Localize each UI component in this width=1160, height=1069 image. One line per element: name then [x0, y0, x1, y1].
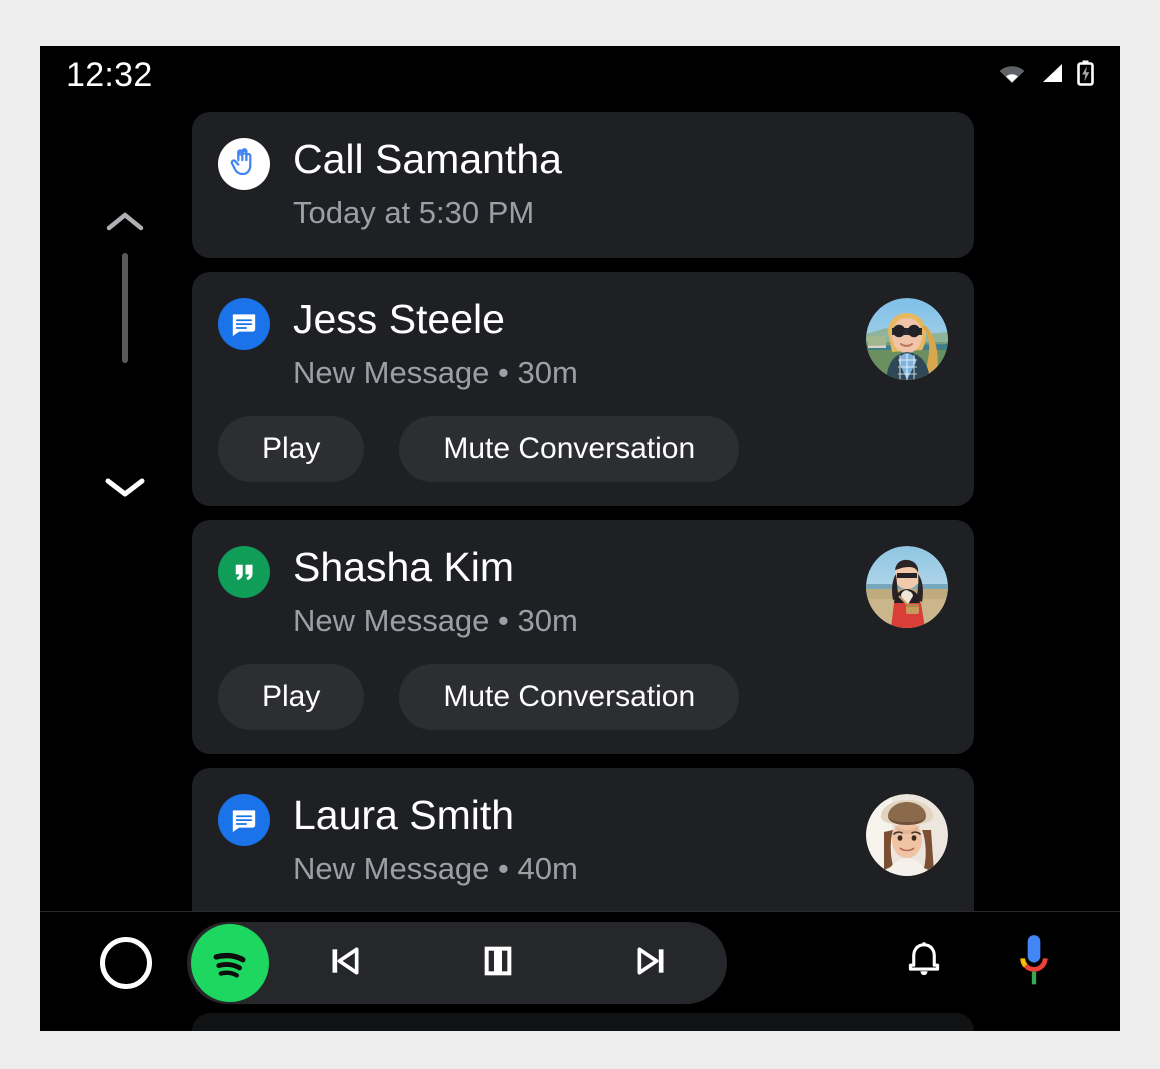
reminder-hand-string-icon	[218, 138, 270, 190]
scrollbar[interactable]	[88, 196, 162, 596]
notification-subtitle: Today at 5:30 PM	[293, 195, 535, 230]
assistant-button[interactable]	[1014, 932, 1054, 993]
wifi-icon	[998, 62, 1026, 89]
notification-header: Shasha Kim New Message • 30m	[218, 542, 948, 642]
chevron-down-icon[interactable]	[104, 475, 146, 504]
play-button[interactable]: Play	[218, 664, 365, 730]
mute-conversation-button[interactable]: Mute Conversation	[399, 664, 740, 730]
notification-card-peek	[192, 1013, 974, 1031]
notification-subtitle: New Message • 30m	[293, 355, 578, 390]
cellular-signal-icon	[1039, 62, 1064, 89]
scrollbar-thumb[interactable]	[122, 253, 128, 363]
notification-text-block: Call Samantha Today at 5:30 PM	[293, 134, 948, 234]
status-clock: 12:32	[66, 56, 153, 94]
notification-card-message[interactable]: Jess Steele New Message • 30m Play Mute …	[192, 272, 974, 506]
notification-card-message[interactable]: Shasha Kim New Message • 30m Play Mute C…	[192, 520, 974, 754]
notification-header: Call Samantha Today at 5:30 PM	[218, 134, 948, 234]
notification-title: Laura Smith	[293, 792, 515, 838]
notification-title: Shasha Kim	[293, 544, 515, 590]
notification-card-reminder[interactable]: Call Samantha Today at 5:30 PM	[192, 112, 974, 258]
home-circle-icon[interactable]	[100, 936, 152, 989]
bottom-nav-bar	[40, 911, 1120, 1013]
pause-button[interactable]	[422, 922, 575, 1004]
spotify-icon[interactable]	[191, 923, 269, 1002]
skip-previous-icon	[325, 941, 365, 984]
mute-conversation-button[interactable]: Mute Conversation	[399, 416, 740, 482]
notification-title: Call Samantha	[293, 136, 562, 182]
messages-icon	[218, 794, 270, 846]
notification-actions: Play Mute Conversation	[218, 664, 948, 730]
device-screen: 12:32 Call Samantha Today at 5:30 PM Jes…	[40, 46, 1120, 1031]
notification-header: Laura Smith New Message • 40m	[218, 790, 948, 890]
nav-right-group	[902, 932, 1070, 993]
skip-previous-button[interactable]	[269, 922, 422, 1004]
notification-text-block: Shasha Kim New Message • 30m	[293, 542, 852, 642]
notification-title: Jess Steele	[293, 296, 505, 342]
battery-charging-icon	[1077, 60, 1094, 91]
media-controls-pill[interactable]	[187, 921, 727, 1004]
skip-next-icon	[631, 941, 671, 984]
notifications-button[interactable]	[902, 938, 946, 987]
play-button[interactable]: Play	[218, 416, 365, 482]
notification-text-block: Jess Steele New Message • 30m	[293, 294, 852, 394]
google-assistant-mic-icon	[1014, 932, 1054, 993]
avatar	[866, 794, 948, 876]
notification-text-block: Laura Smith New Message • 40m	[293, 790, 852, 890]
notification-actions: Play Mute Conversation	[218, 416, 948, 482]
notification-subtitle: New Message • 30m	[293, 603, 578, 638]
avatar	[866, 546, 948, 628]
bell-icon	[902, 938, 946, 987]
avatar	[866, 298, 948, 380]
hangouts-quotes-icon	[218, 546, 270, 598]
messages-icon	[218, 298, 270, 350]
status-icon-group	[998, 60, 1094, 91]
notification-header: Jess Steele New Message • 30m	[218, 294, 948, 394]
notification-subtitle: New Message • 40m	[293, 851, 578, 886]
skip-next-button[interactable]	[574, 922, 727, 1004]
pause-icon	[478, 941, 518, 984]
status-bar: 12:32	[40, 46, 1120, 104]
notification-list[interactable]: Call Samantha Today at 5:30 PM Jess Stee…	[192, 112, 982, 1031]
chevron-up-icon[interactable]	[106, 210, 144, 237]
